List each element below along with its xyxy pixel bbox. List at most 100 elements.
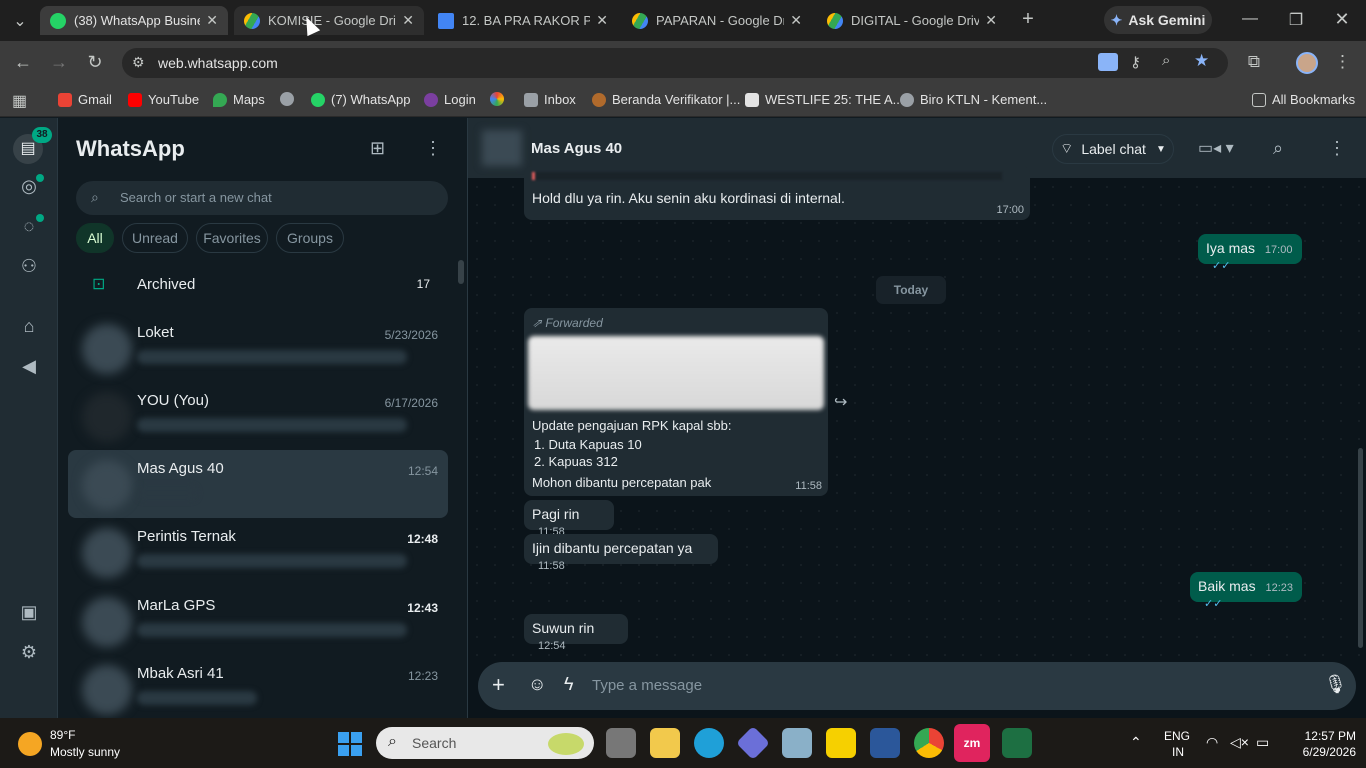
- filter-favorites[interactable]: Favorites: [196, 223, 268, 253]
- wifi-icon[interactable]: ◠: [1206, 734, 1218, 751]
- microphone-icon[interactable]: 🎙: [1324, 674, 1347, 695]
- apps-grid-icon[interactable]: ▦: [12, 91, 27, 111]
- close-tab-icon[interactable]: ✕: [596, 12, 608, 29]
- message-outgoing[interactable]: Iya mas 17:00 ✓✓: [1198, 234, 1302, 272]
- sticky-notes-icon[interactable]: [826, 728, 856, 758]
- bookmark-whatsapp[interactable]: (7) WhatsApp: [311, 92, 410, 107]
- label-chat-button[interactable]: ⌔ Label chat ▼: [1052, 134, 1174, 164]
- tab-search-icon[interactable]: ⌄: [8, 11, 32, 31]
- new-tab-button[interactable]: +: [1016, 8, 1040, 31]
- chat-row[interactable]: MarLa GPS 12:43: [68, 587, 448, 655]
- clock-date[interactable]: 6/29/2026: [1292, 745, 1356, 759]
- address-bar[interactable]: ⚙ web.whatsapp.com ⚷ ⌕ ★: [122, 48, 1228, 78]
- message-incoming[interactable]: Ijin dibantu percepatan ya 11:58: [524, 534, 718, 572]
- minimize-icon[interactable]: —: [1238, 10, 1262, 28]
- contact-avatar[interactable]: [482, 130, 522, 166]
- camera-icon[interactable]: [782, 728, 812, 758]
- site-info-icon[interactable]: ⚙: [132, 54, 145, 71]
- chat-row[interactable]: Loket 5/23/2026: [68, 314, 448, 382]
- message-incoming[interactable]: Pagi rin 11:58: [524, 500, 614, 538]
- media-icon[interactable]: ▣: [18, 602, 40, 624]
- windows-start-icon[interactable]: [338, 732, 362, 756]
- chat-row-selected[interactable]: Mas Agus 40 12:54: [68, 450, 448, 518]
- ask-gemini-button[interactable]: ✦ Ask Gemini: [1104, 6, 1212, 34]
- back-icon[interactable]: ←: [12, 52, 34, 73]
- task-view-icon[interactable]: [606, 728, 636, 758]
- bookmark-star-icon[interactable]: ★: [1194, 51, 1209, 71]
- taskbar-search[interactable]: ⌕ Search: [376, 727, 594, 759]
- bookmark-pinwheel[interactable]: [490, 92, 510, 106]
- new-chat-icon[interactable]: ⊞: [370, 138, 385, 159]
- advertise-icon[interactable]: ◀: [18, 356, 40, 378]
- search-icon[interactable]: ⌕: [1273, 138, 1283, 159]
- bookmark-login[interactable]: Login: [424, 92, 476, 107]
- volume-muted-icon[interactable]: ◁×: [1230, 734, 1249, 751]
- tab-whatsapp[interactable]: (38) WhatsApp Busines ✕: [40, 6, 228, 35]
- scrollbar-thumb[interactable]: [1358, 448, 1363, 648]
- message-incoming[interactable]: Suwun rin 12:54: [524, 614, 628, 652]
- close-tab-icon[interactable]: ✕: [402, 12, 414, 29]
- extensions-icon[interactable]: ⧉: [1244, 52, 1264, 72]
- search-input[interactable]: ⌕ Search or start a new chat: [76, 181, 448, 215]
- weather-sun-icon[interactable]: [18, 732, 42, 756]
- close-tab-icon[interactable]: ✕: [985, 12, 997, 29]
- lang-code[interactable]: ENG: [1164, 729, 1190, 743]
- communities-icon[interactable]: ⚇: [18, 256, 40, 278]
- archived-row[interactable]: ⊡ Archived 17: [68, 266, 448, 302]
- close-window-icon[interactable]: ✕: [1330, 9, 1354, 30]
- forwarded-image[interactable]: [528, 336, 824, 410]
- bookmark-globe[interactable]: [280, 92, 300, 106]
- menu-icon[interactable]: ⋮: [424, 138, 442, 159]
- filter-groups[interactable]: Groups: [276, 223, 344, 253]
- tab-paparan[interactable]: PAPARAN - Google Drive ✕: [622, 6, 812, 35]
- edge-icon[interactable]: [694, 728, 724, 758]
- bookmark-inbox[interactable]: Inbox: [524, 92, 576, 107]
- forward-icon[interactable]: →: [48, 52, 70, 73]
- bookmark-beranda[interactable]: Beranda Verifikator |...: [592, 92, 740, 107]
- zoom-icon[interactable]: ⌕: [1162, 52, 1170, 69]
- tab-komisie[interactable]: KOMISIE - Google Drive ✕: [234, 6, 424, 35]
- chrome-icon[interactable]: [914, 728, 944, 758]
- zoom-app-icon[interactable]: zm: [954, 724, 990, 762]
- catalog-icon[interactable]: ⌂: [18, 316, 40, 338]
- all-bookmarks[interactable]: All Bookmarks: [1252, 92, 1355, 107]
- attach-plus-icon[interactable]: +: [492, 672, 505, 698]
- reload-icon[interactable]: ↻: [84, 52, 106, 73]
- tab-ba-pra-rakor[interactable]: 12. BA PRA RAKOR PER ✕: [428, 6, 618, 35]
- chat-row[interactable]: YOU (You) 6/17/2026: [68, 382, 448, 450]
- lang-region[interactable]: IN: [1172, 745, 1184, 759]
- quick-reply-icon[interactable]: ϟ: [564, 674, 574, 695]
- video-call-icon[interactable]: ▭◂ ▾: [1198, 138, 1234, 158]
- filter-unread[interactable]: Unread: [122, 223, 188, 253]
- chrome-menu-icon[interactable]: ⋮: [1334, 52, 1351, 72]
- profile-avatar[interactable]: [1296, 52, 1318, 74]
- bookmark-gmail[interactable]: Gmail: [58, 92, 112, 107]
- tray-chevron-up-icon[interactable]: ⌃: [1130, 734, 1142, 751]
- bookmark-maps[interactable]: Maps: [213, 92, 265, 107]
- scrollbar-thumb[interactable]: [458, 260, 464, 284]
- bookmark-youtube[interactable]: YouTube: [128, 92, 199, 107]
- clock-time[interactable]: 12:57 PM: [1292, 729, 1356, 743]
- emoji-icon[interactable]: ☺: [528, 674, 546, 695]
- word-icon[interactable]: [870, 728, 900, 758]
- restore-icon[interactable]: ❐: [1284, 10, 1308, 30]
- settings-gear-icon[interactable]: ⚙: [18, 642, 40, 664]
- contact-name[interactable]: Mas Agus 40: [531, 140, 622, 157]
- message-forwarded[interactable]: ⇗ Forwarded Update pengajuan RPK kapal s…: [524, 308, 828, 496]
- app-diamond-icon[interactable]: [736, 726, 770, 760]
- menu-icon[interactable]: ⋮: [1328, 138, 1346, 159]
- file-explorer-icon[interactable]: [650, 728, 680, 758]
- install-app-icon[interactable]: [1098, 53, 1118, 71]
- message-input[interactable]: Type a message: [592, 677, 702, 694]
- password-key-icon[interactable]: ⚷: [1130, 53, 1141, 71]
- filter-all[interactable]: All: [76, 223, 114, 253]
- chat-row[interactable]: Perintis Ternak 12:48: [68, 518, 448, 586]
- tab-digital[interactable]: DIGITAL - Google Drive ✕: [817, 6, 1007, 35]
- close-tab-icon[interactable]: ✕: [790, 12, 802, 29]
- close-tab-icon[interactable]: ✕: [206, 12, 218, 29]
- battery-icon[interactable]: ▭: [1256, 734, 1269, 751]
- message-outgoing[interactable]: Baik mas 12:23 ✓✓: [1190, 572, 1302, 610]
- message-incoming[interactable]: Hold dlu ya rin. Aku senin aku kordinasi…: [524, 166, 1030, 220]
- chat-row[interactable]: Mbak Asri 41 12:23: [68, 655, 448, 718]
- forward-share-icon[interactable]: ↪: [834, 392, 847, 412]
